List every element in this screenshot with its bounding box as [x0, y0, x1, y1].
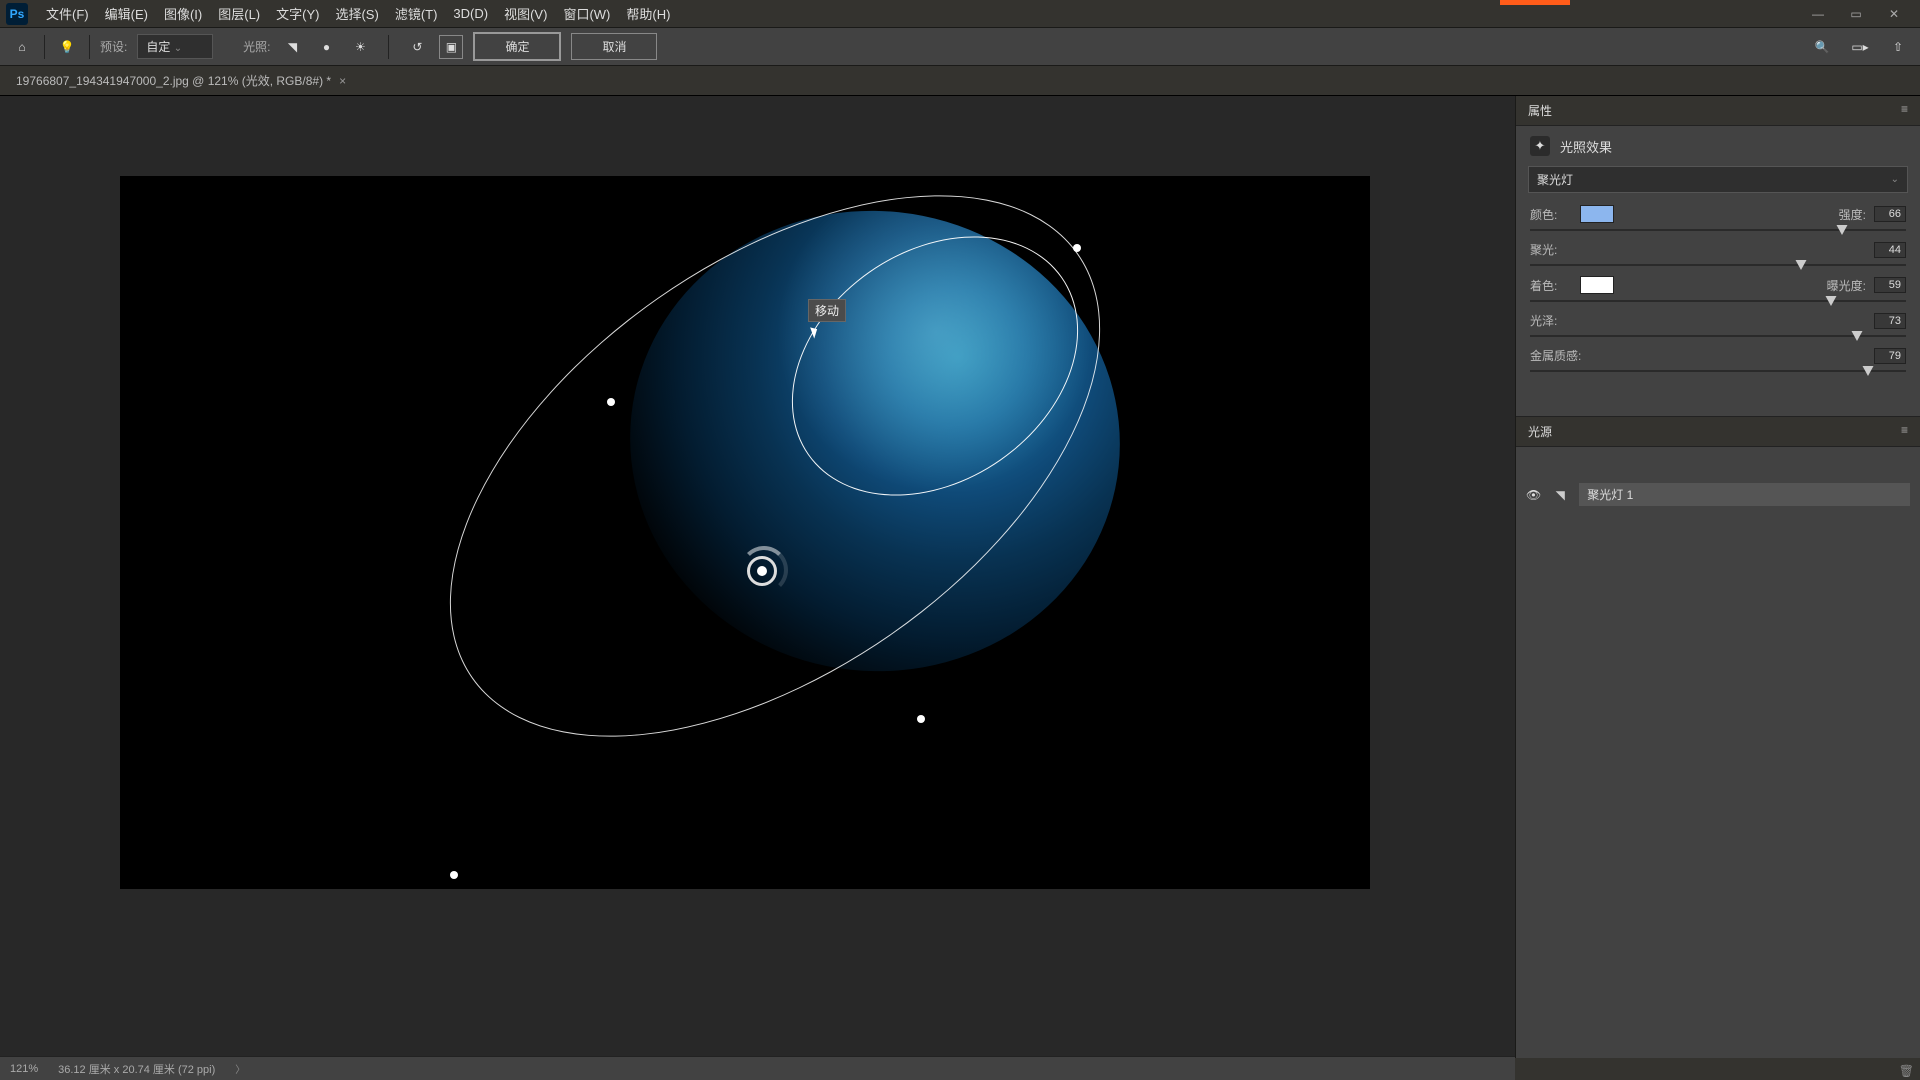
- delete-icon[interactable]: 🗑: [1899, 1064, 1914, 1078]
- preview-icon[interactable]: ▣: [439, 35, 463, 59]
- canvas[interactable]: 移动: [120, 176, 1370, 889]
- spot-label: 聚光:: [1530, 241, 1572, 258]
- reset-icon[interactable]: ↺: [405, 35, 429, 59]
- infinitelight-icon[interactable]: ☀: [348, 35, 372, 59]
- right-panels: 属性 ≡ ✦ 光照效果 聚光灯⌄ 颜色: 强度: 66 聚光: 44 着色: 曝…: [1515, 96, 1920, 1058]
- tab-close-icon[interactable]: ×: [339, 74, 346, 88]
- pointlight-icon[interactable]: ●: [314, 35, 338, 59]
- zoom-level[interactable]: 121%: [10, 1063, 38, 1075]
- move-tooltip: 移动: [808, 299, 846, 322]
- share-icon[interactable]: ⇧: [1886, 35, 1910, 59]
- preset-select[interactable]: 自定 ⌄: [137, 34, 213, 59]
- info-chevron-icon[interactable]: 〉: [235, 1061, 245, 1076]
- menu-help[interactable]: 帮助(H): [618, 0, 678, 27]
- panel-menu-icon[interactable]: ≡: [1901, 102, 1908, 119]
- color-label: 颜色:: [1530, 206, 1572, 223]
- lights-panel-title: 光源 ≡: [1516, 417, 1920, 447]
- visibility-icon[interactable]: 👁: [1526, 488, 1541, 502]
- panel-menu-icon[interactable]: ≡: [1901, 423, 1908, 440]
- light-list-item[interactable]: 👁 ◥ 聚光灯 1: [1516, 477, 1920, 512]
- menubar: Ps 文件(F) 编辑(E) 图像(I) 图层(L) 文字(Y) 选择(S) 滤…: [0, 0, 1920, 28]
- spot-value[interactable]: 44: [1874, 242, 1906, 258]
- metallic-value[interactable]: 79: [1874, 348, 1906, 364]
- color-swatch[interactable]: [1580, 205, 1614, 223]
- document-tab-title: 19766807_194341947000_2.jpg @ 121% (光效, …: [16, 72, 331, 89]
- gloss-label: 光泽:: [1530, 312, 1572, 329]
- document-info[interactable]: 36.12 厘米 x 20.74 厘米 (72 ppi): [58, 1061, 215, 1077]
- close-button[interactable]: ✕: [1884, 4, 1904, 24]
- effect-name: 光照效果: [1560, 137, 1612, 156]
- light-center-control[interactable]: [747, 556, 777, 586]
- menu-layer[interactable]: 图层(L): [210, 0, 268, 27]
- app-logo: Ps: [6, 3, 28, 25]
- canvas-area[interactable]: 移动: [0, 96, 1515, 1058]
- properties-panel-title: 属性 ≡: [1516, 96, 1920, 126]
- lighting-effect-icon: ✦: [1530, 136, 1550, 156]
- menu-filter[interactable]: 滤镜(T): [387, 0, 446, 27]
- ellipse-handle[interactable]: [1073, 244, 1081, 252]
- menu-view[interactable]: 视图(V): [496, 0, 555, 27]
- status-bar: 121% 36.12 厘米 x 20.74 厘米 (72 ppi) 〉: [0, 1056, 1515, 1080]
- spotlight-icon[interactable]: ◥: [280, 35, 304, 59]
- menu-file[interactable]: 文件(F): [38, 0, 97, 27]
- maximize-button[interactable]: ▭: [1846, 4, 1866, 24]
- metallic-label: 金属质感:: [1530, 347, 1590, 364]
- options-bar: ⌂ 💡 预设: 自定 ⌄ 光照: ◥ ● ☀ ↺ ▣ 确定 取消 🔍 ▭▸ ⇧: [0, 28, 1920, 66]
- ok-button[interactable]: 确定: [473, 32, 561, 61]
- preset-label: 预设:: [100, 38, 127, 55]
- light-label: 光照:: [243, 38, 270, 55]
- document-tab[interactable]: 19766807_194341947000_2.jpg @ 121% (光效, …: [10, 68, 352, 93]
- intensity-label: 强度:: [1839, 206, 1866, 223]
- tint-swatch[interactable]: [1580, 276, 1614, 294]
- home-icon[interactable]: ⌂: [10, 35, 34, 59]
- menu-edit[interactable]: 编辑(E): [97, 0, 156, 27]
- menu-3d[interactable]: 3D(D): [445, 2, 496, 25]
- light-type-select[interactable]: 聚光灯⌄: [1528, 166, 1908, 193]
- light-name[interactable]: 聚光灯 1: [1579, 483, 1910, 506]
- ellipse-handle[interactable]: [450, 871, 458, 879]
- light-effect-icon[interactable]: 💡: [55, 35, 79, 59]
- exposure-value[interactable]: 59: [1874, 277, 1906, 293]
- ellipse-handle[interactable]: [917, 715, 925, 723]
- gloss-value[interactable]: 73: [1874, 313, 1906, 329]
- exposure-label: 曝光度:: [1827, 277, 1866, 294]
- menu-window[interactable]: 窗口(W): [555, 0, 618, 27]
- intensity-value[interactable]: 66: [1874, 206, 1906, 222]
- minimize-button[interactable]: —: [1808, 4, 1828, 24]
- cancel-button[interactable]: 取消: [571, 33, 657, 60]
- search-icon[interactable]: 🔍: [1810, 35, 1834, 59]
- ellipse-handle[interactable]: [607, 398, 615, 406]
- menu-type[interactable]: 文字(Y): [268, 0, 327, 27]
- spotlight-type-icon: ◥: [1551, 486, 1569, 504]
- tint-label: 着色:: [1530, 277, 1572, 294]
- workspace-icon[interactable]: ▭▸: [1848, 35, 1872, 59]
- menu-image[interactable]: 图像(I): [156, 0, 210, 27]
- menu-select[interactable]: 选择(S): [327, 0, 386, 27]
- document-tabbar: 19766807_194341947000_2.jpg @ 121% (光效, …: [0, 66, 1920, 96]
